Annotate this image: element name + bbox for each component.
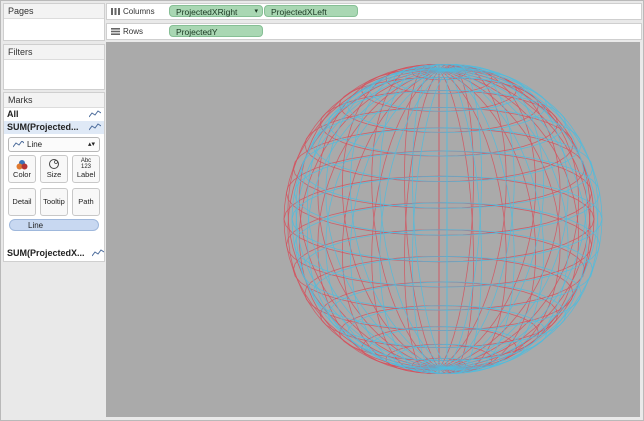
pill-label: ProjectedY [176, 27, 218, 37]
columns-pill-projectedxright[interactable]: ProjectedXRight ▾ [169, 5, 263, 17]
meridian-line [283, 69, 440, 369]
rows-pill-projectedy[interactable]: ProjectedY [169, 25, 263, 37]
columns-shelf[interactable]: Columns ProjectedXRight ▾ ProjectedXLeft [106, 3, 642, 20]
rows-shelf-label: Rows [107, 24, 165, 39]
line-mark-icon [92, 249, 104, 257]
path-button[interactable]: Path [72, 188, 100, 216]
label-button[interactable]: Abc 123 Label [72, 155, 100, 183]
label-icon: Abc 123 [80, 158, 92, 170]
marks-card: Marks All SUM(Projected... Line ▴▾ Color… [3, 92, 105, 262]
columns-pill-projectedxleft[interactable]: ProjectedXLeft [264, 5, 358, 17]
line-mark-icon [89, 123, 101, 131]
color-button-label: Color [13, 170, 31, 179]
pages-title: Pages [4, 4, 104, 19]
label-button-label: Label [76, 170, 96, 179]
marks-row-all[interactable]: All [4, 108, 104, 121]
columns-shelf-label: Columns [107, 4, 165, 19]
detail-button-label: Detail [12, 197, 32, 206]
line-mark-icon [13, 141, 24, 148]
line-field-pill-label: Line [28, 221, 44, 230]
tooltip-button-label: Tooltip [43, 197, 65, 206]
red-wireframe [283, 63, 595, 375]
meridian-line [446, 69, 603, 369]
marks-row-label: SUM(Projected... [7, 122, 79, 132]
columns-icon [111, 8, 120, 15]
tooltip-button[interactable]: Tooltip [40, 188, 68, 216]
filters-card[interactable]: Filters [3, 44, 105, 90]
marks-row-sum-projectedx[interactable]: SUM(ProjectedX... [4, 247, 107, 260]
mark-type-value: Line [27, 140, 43, 149]
chevron-down-icon[interactable]: ▾ [254, 6, 258, 18]
left-panel: Pages Filters Marks All SUM(Projected...… [3, 3, 105, 417]
viz-canvas[interactable] [106, 42, 640, 417]
marks-title: Marks [4, 93, 104, 108]
rows-shelf[interactable]: Rows ProjectedY [106, 23, 642, 40]
filters-title: Filters [4, 45, 104, 60]
chevron-updown-icon: ▴▾ [87, 141, 95, 148]
rows-label-text: Rows [123, 27, 144, 36]
marks-row-label: All [7, 109, 19, 119]
blue-wireframe [291, 63, 603, 375]
mark-type-dropdown[interactable]: Line ▴▾ [8, 137, 100, 152]
marks-row-sum-projected[interactable]: SUM(Projected... [4, 121, 104, 134]
anaglyph-sphere-plot [283, 63, 603, 375]
size-button-label: Size [46, 170, 62, 179]
meridian-line [291, 69, 448, 369]
line-field-pill[interactable]: Line [9, 219, 99, 231]
color-button[interactable]: Color [8, 155, 36, 183]
size-icon [49, 159, 59, 169]
color-icon [16, 160, 28, 170]
line-mark-icon [89, 110, 101, 118]
columns-label-text: Columns [123, 7, 155, 16]
pill-label: ProjectedXRight [176, 7, 238, 17]
path-button-label: Path [78, 197, 94, 206]
size-button[interactable]: Size [40, 155, 68, 183]
detail-button[interactable]: Detail [8, 188, 36, 216]
rows-icon [111, 28, 120, 35]
marks-row-label: SUM(ProjectedX... [7, 248, 85, 258]
meridian-line [438, 69, 595, 369]
pill-label: ProjectedXLeft [271, 7, 327, 17]
pages-card[interactable]: Pages [3, 3, 105, 41]
